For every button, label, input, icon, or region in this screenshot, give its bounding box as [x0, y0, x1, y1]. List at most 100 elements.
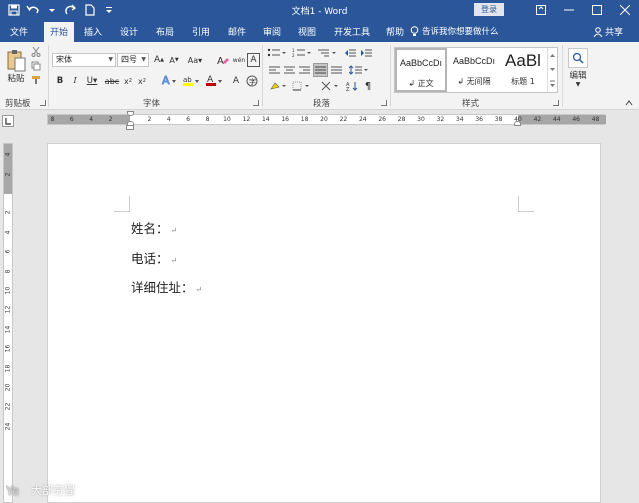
- change-case-icon[interactable]: Aa▾: [185, 53, 205, 67]
- svg-text:2: 2: [292, 53, 295, 58]
- collapse-ribbon-icon[interactable]: [624, 99, 634, 107]
- multilevel-list-icon[interactable]: [316, 47, 338, 59]
- paste-button-label[interactable]: 粘贴: [4, 72, 28, 84]
- align-center-icon[interactable]: [283, 64, 296, 76]
- tab-design[interactable]: 设计: [120, 25, 138, 38]
- vertical-ruler[interactable]: 4 2 2 4 6 8 10 12 14 16 18 20 22 24: [3, 143, 13, 503]
- paragraph-group-label: 段落: [313, 99, 331, 109]
- font-size-combo[interactable]: 四号 ▼: [117, 53, 149, 67]
- shading-icon[interactable]: [268, 80, 288, 92]
- close-icon[interactable]: [611, 0, 639, 20]
- horizontal-ruler[interactable]: 8 6 4 2 2 4 6 8 10 12 14 16 18 20 22 24 26 28 30 32 34 36 38 40…: [47, 111, 606, 126]
- numbering-icon[interactable]: 12: [291, 47, 313, 59]
- ruler-tick-label: 42: [533, 116, 542, 123]
- styles-gallery: AaBbCcDı ↲ 正文 AaBbCcDı ↲ 无间隔 AaBl 标题 1: [394, 47, 558, 93]
- tab-developer[interactable]: 开发工具: [334, 25, 370, 38]
- search-icon[interactable]: [568, 48, 588, 68]
- paragraph-launcher-icon[interactable]: [381, 100, 387, 106]
- text-effects-icon[interactable]: A: [160, 72, 178, 88]
- borders-icon[interactable]: [291, 80, 311, 92]
- ruler-tick-label: 18: [300, 116, 309, 123]
- ruler-tick-label: 2: [147, 116, 152, 123]
- subscript-icon[interactable]: x2: [122, 74, 134, 88]
- distributed-icon[interactable]: [330, 64, 343, 76]
- left-indent-marker[interactable]: [126, 125, 134, 130]
- character-border-icon[interactable]: A: [247, 53, 260, 67]
- enclose-characters-icon[interactable]: 字: [245, 74, 259, 88]
- show-formatting-marks-icon[interactable]: ¶: [362, 80, 374, 92]
- ruler-tick-label: 22: [339, 116, 348, 123]
- style-normal[interactable]: AaBbCcDı ↲ 正文: [395, 48, 447, 92]
- align-right-icon[interactable]: [298, 64, 311, 76]
- line-spacing-icon[interactable]: [348, 64, 370, 76]
- align-left-icon[interactable]: [268, 64, 281, 76]
- tab-selector[interactable]: [2, 115, 14, 127]
- document-line[interactable]: 详细住址： ↵: [131, 277, 202, 296]
- tab-home[interactable]: 开始: [44, 22, 75, 42]
- phonetic-guide-icon[interactable]: wén: [232, 53, 246, 67]
- paste-icon[interactable]: [5, 48, 27, 74]
- style-name: 标题 1: [511, 77, 535, 86]
- document-line[interactable]: 姓名： ↵: [131, 218, 177, 237]
- styles-scrollbar[interactable]: [547, 48, 557, 92]
- text-highlight-icon[interactable]: ab: [182, 72, 202, 88]
- ruler-tick-label: 38: [494, 116, 503, 123]
- tell-me-box[interactable]: 告诉我你想要做什么: [410, 25, 499, 37]
- font-name-combo[interactable]: 宋体 ▼: [52, 53, 116, 67]
- login-button[interactable]: 登录: [474, 3, 504, 16]
- first-line-indent-marker[interactable]: [127, 111, 134, 116]
- character-shading-icon[interactable]: A: [229, 74, 243, 88]
- shrink-font-icon[interactable]: A ▼: [167, 53, 181, 67]
- group-divider: [262, 45, 263, 107]
- editing-label[interactable]: 编辑: [566, 70, 590, 81]
- superscript-icon[interactable]: x2: [136, 74, 148, 88]
- justify-icon[interactable]: [313, 63, 328, 77]
- sort-icon[interactable]: AZ: [345, 80, 361, 92]
- increase-indent-icon[interactable]: [359, 47, 373, 59]
- chinese-layout-icon[interactable]: [320, 80, 340, 92]
- tab-view[interactable]: 视图: [298, 25, 316, 38]
- ribbon: 粘贴 剪贴板 宋体 ▼ 四号 ▼ A ▲ A ▼ Aa▾ A wén A B I U…: [0, 42, 639, 110]
- document-line[interactable]: 电话： ↵: [131, 248, 177, 267]
- ruler-tick-label: 12: [4, 306, 12, 314]
- tab-help[interactable]: 帮助: [386, 25, 404, 38]
- svg-text:Z: Z: [346, 87, 350, 91]
- line-text: 电话：: [131, 251, 169, 266]
- ruler-tick-label: 22: [4, 403, 12, 411]
- chevron-down-icon[interactable]: ▼: [574, 80, 582, 88]
- svg-text:A: A: [217, 56, 224, 66]
- ruler-tick-label: 4: [4, 152, 12, 157]
- grow-font-icon[interactable]: A ▲: [152, 53, 166, 67]
- tab-review[interactable]: 审阅: [263, 25, 281, 38]
- bold-icon[interactable]: B: [54, 74, 66, 88]
- italic-icon[interactable]: I: [69, 74, 81, 88]
- tab-layout[interactable]: 布局: [156, 25, 174, 38]
- style-no-spacing[interactable]: AaBbCcDı ↲ 无间隔: [448, 48, 500, 92]
- tab-references[interactable]: 引用: [192, 25, 210, 38]
- ribbon-display-options-icon[interactable]: [527, 0, 555, 20]
- decrease-indent-icon[interactable]: [343, 47, 357, 59]
- font-color-icon[interactable]: A: [205, 72, 225, 88]
- tab-file[interactable]: 文件: [10, 25, 28, 38]
- share-button[interactable]: 共享: [593, 25, 623, 38]
- underline-icon[interactable]: U▾: [84, 74, 100, 88]
- ribbon-tab-bar: 文件 开始 插入 设计 布局 引用 邮件 审阅 视图 开发工具 帮助 告诉我你想…: [0, 20, 639, 42]
- paragraph-mark: ↵: [170, 256, 178, 265]
- clipboard-launcher-icon[interactable]: [40, 100, 46, 106]
- minimize-icon[interactable]: [555, 0, 583, 20]
- tab-insert[interactable]: 插入: [84, 25, 102, 38]
- bullets-icon[interactable]: [266, 47, 288, 59]
- ruler-tick-label: 8: [4, 269, 12, 274]
- tab-mailings[interactable]: 邮件: [228, 25, 246, 38]
- clear-formatting-icon[interactable]: A: [216, 53, 230, 67]
- format-painter-icon[interactable]: [30, 74, 42, 86]
- styles-launcher-icon[interactable]: [553, 100, 559, 106]
- strikethrough-icon[interactable]: abc: [104, 74, 120, 88]
- copy-icon[interactable]: [30, 60, 42, 72]
- maximize-icon[interactable]: [583, 0, 611, 20]
- style-heading-1[interactable]: AaBl 标题 1: [499, 48, 547, 92]
- document-page[interactable]: 姓名： ↵ 电话： ↵ 详细住址： ↵: [47, 143, 601, 503]
- font-launcher-icon[interactable]: [253, 100, 259, 106]
- cut-icon[interactable]: [30, 46, 42, 58]
- style-name: ↲ 正文: [408, 79, 434, 88]
